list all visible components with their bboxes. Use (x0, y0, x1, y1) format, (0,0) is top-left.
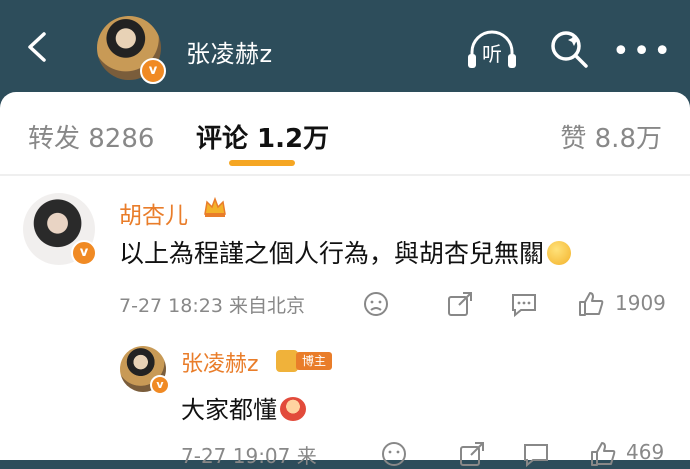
like-count: 469 (626, 440, 665, 464)
profile-name[interactable]: 张凌赫z (186, 34, 273, 69)
thumbs-up-icon[interactable] (577, 290, 605, 318)
praying-emoji-icon (547, 241, 572, 265)
grinning-emoji-icon (280, 397, 306, 421)
reply-text: 大家都懂 (181, 390, 306, 425)
tab-likes[interactable]: 赞 8.8万 (560, 118, 662, 155)
share-icon[interactable] (458, 440, 486, 468)
share-icon[interactable] (446, 290, 474, 318)
comment-icon[interactable] (510, 290, 538, 318)
replier-name[interactable]: 张凌赫z (181, 346, 259, 378)
listen-button[interactable]: 听 (466, 28, 518, 72)
tab-bar: 转发 8286 评论 1.2万 赞 8.8万 (0, 92, 690, 174)
verified-icon: v (71, 240, 97, 266)
comment-meta: 7-27 18:23 来自北京 (119, 295, 305, 317)
comments-card: 转发 8286 评论 1.2万 赞 8.8万 (0, 92, 690, 460)
dislike-face-icon[interactable] (362, 290, 390, 318)
header: v 张凌赫z 听 ••• (0, 0, 690, 95)
tab-repost[interactable]: 转发 8286 (28, 118, 154, 155)
active-tab-indicator (229, 160, 295, 166)
dislike-face-icon[interactable] (380, 440, 408, 468)
comment-text: 以上為程謹之個人行為，與胡杏兒無關 (119, 234, 572, 270)
search-icon[interactable] (548, 28, 590, 70)
verified-icon: v (140, 58, 166, 84)
reply-meta: 7-27 19:07 来 (181, 444, 317, 468)
thumbs-up-icon[interactable] (589, 440, 617, 468)
back-arrow-icon[interactable] (22, 30, 56, 64)
divider (0, 174, 690, 176)
listen-label: 听 (482, 42, 502, 66)
crown-badge-icon (204, 196, 226, 217)
reply-body: 大家都懂 (181, 396, 277, 424)
commenter-name[interactable]: 胡杏儿 (119, 196, 188, 230)
more-options-icon[interactable]: ••• (612, 34, 674, 69)
like-count: 1909 (615, 291, 666, 315)
author-badge-label: 博主 (296, 352, 332, 370)
comment-icon[interactable] (522, 440, 550, 468)
comment-body: 以上為程謹之個人行為，與胡杏兒無關 (119, 239, 545, 268)
tab-comments[interactable]: 评论 1.2万 (196, 118, 329, 155)
author-badge: 博主 (276, 350, 332, 372)
verified-icon: v (150, 375, 170, 395)
author-badge-icon (276, 350, 298, 372)
